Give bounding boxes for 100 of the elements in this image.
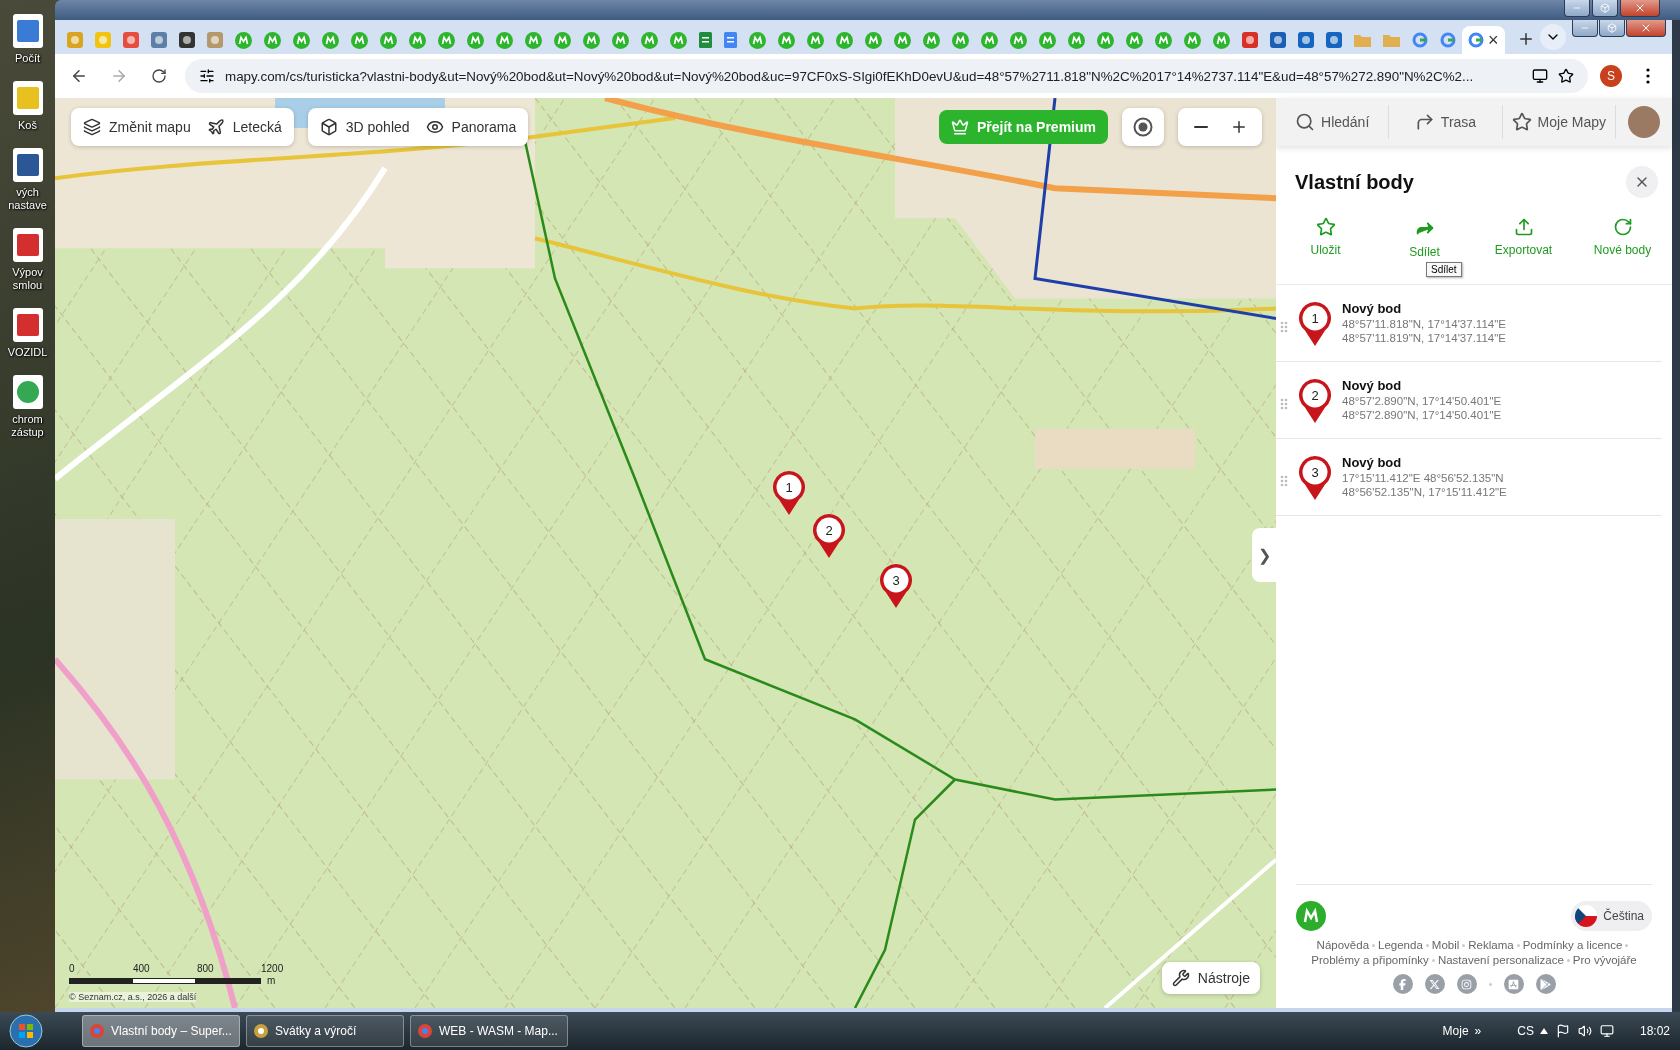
mapy-favicon-icon bbox=[438, 31, 455, 49]
footer-link[interactable]: Nastavení personalizace bbox=[1437, 954, 1573, 966]
footer-link[interactable]: Legenda bbox=[1378, 939, 1432, 951]
map-layer-button[interactable]: Letecká bbox=[198, 108, 290, 146]
show-hidden-icon[interactable] bbox=[1539, 1028, 1548, 1034]
browser-tab[interactable]: × bbox=[1462, 26, 1505, 54]
map-pin[interactable]: 2 bbox=[812, 513, 846, 559]
app-store-icon bbox=[1508, 978, 1519, 990]
profile-avatar[interactable]: S bbox=[1600, 65, 1622, 87]
point-marker: 3 bbox=[1298, 455, 1332, 501]
mapy-favicon-icon bbox=[807, 31, 824, 49]
restore-button[interactable] bbox=[1599, 20, 1625, 37]
toolbar-expand[interactable]: » bbox=[1474, 1024, 1482, 1038]
app-icon bbox=[253, 1023, 269, 1039]
minimize-button[interactable] bbox=[1572, 20, 1598, 37]
site-settings-icon[interactable] bbox=[199, 68, 215, 84]
panel-nav-button[interactable]: Moje Mapy bbox=[1502, 105, 1616, 139]
separator-dot bbox=[1488, 982, 1492, 986]
site-favicon-icon bbox=[1242, 32, 1258, 48]
install-app-icon[interactable] bbox=[1532, 68, 1548, 84]
expand-panel-button[interactable]: ❯ bbox=[1252, 528, 1276, 582]
app-icon bbox=[417, 1023, 433, 1039]
x-link[interactable] bbox=[1424, 974, 1445, 994]
mapy-favicon-icon bbox=[496, 31, 513, 49]
app-icon bbox=[89, 1023, 105, 1039]
user-avatar[interactable] bbox=[1628, 106, 1660, 138]
taskbar-button[interactable]: WEB - WASM - Map... bbox=[410, 1015, 568, 1047]
taskbar-button[interactable]: Svátky a výročí bbox=[246, 1015, 404, 1047]
app-store-link[interactable] bbox=[1503, 974, 1524, 994]
panel-nav-button[interactable]: Hledání bbox=[1276, 105, 1390, 139]
reload-icon bbox=[151, 68, 167, 84]
g-favicon-icon bbox=[1412, 32, 1428, 48]
taskbar-button[interactable]: Vlastní body – Super... bbox=[82, 1015, 240, 1047]
site-favicon-icon bbox=[1326, 32, 1342, 48]
action-button[interactable]: Exportovat bbox=[1474, 216, 1573, 260]
mapy-favicon-icon bbox=[749, 31, 766, 49]
network-icon[interactable] bbox=[1599, 1024, 1614, 1038]
start-button[interactable] bbox=[6, 1013, 46, 1049]
mapy-favicon-icon bbox=[1155, 31, 1172, 49]
mapy-favicon-icon bbox=[264, 31, 281, 49]
maximize-button[interactable] bbox=[1592, 0, 1618, 17]
bookmark-star-icon[interactable] bbox=[1558, 68, 1574, 84]
action-button[interactable]: Sdílet bbox=[1375, 216, 1474, 260]
mapy-favicon-icon bbox=[1097, 31, 1114, 49]
drag-handle-icon[interactable] bbox=[1280, 321, 1288, 333]
panel-nav-button[interactable]: Trasa bbox=[1389, 105, 1503, 139]
action-button[interactable]: Uložit bbox=[1276, 216, 1375, 260]
action-button[interactable]: Nové body bbox=[1573, 216, 1672, 260]
facebook-link[interactable] bbox=[1392, 974, 1413, 994]
x-icon bbox=[1429, 978, 1440, 990]
mapy-favicon-icon bbox=[293, 31, 310, 49]
close-button[interactable] bbox=[1620, 0, 1660, 17]
scale-label: 400 bbox=[133, 963, 151, 974]
flag-icon[interactable] bbox=[1555, 1024, 1570, 1038]
close-tab-icon[interactable]: × bbox=[1488, 31, 1499, 49]
mapy-favicon-icon bbox=[778, 31, 795, 49]
mapy-favicon-icon bbox=[981, 31, 998, 49]
input-language[interactable]: CS bbox=[1517, 1024, 1534, 1038]
drag-handle-icon[interactable] bbox=[1280, 475, 1288, 487]
instagram-link[interactable] bbox=[1456, 974, 1477, 994]
close-button[interactable] bbox=[1626, 20, 1666, 37]
point-coordinates: 48°57'2.890"N, 17°14'50.401"E bbox=[1342, 409, 1502, 421]
mapy-favicon-icon bbox=[409, 31, 426, 49]
footer-link[interactable]: Nápověda bbox=[1316, 939, 1379, 951]
locate-button[interactable] bbox=[1122, 108, 1164, 146]
point-name: Nový bod bbox=[1342, 301, 1403, 316]
tab-search-button[interactable] bbox=[1540, 24, 1566, 50]
minimize-button[interactable] bbox=[1564, 0, 1590, 17]
footer-link[interactable]: Podmínky a licence bbox=[1522, 939, 1632, 951]
site-favicon-icon bbox=[1270, 32, 1286, 48]
plus-icon bbox=[1230, 118, 1248, 136]
view-button[interactable]: 3D pohled bbox=[311, 108, 418, 146]
view-button[interactable]: Panorama bbox=[417, 108, 525, 146]
address-bar[interactable]: mapy.com/cs/turisticka?vlastni-body&ut=Nový%20bod&ut=Nový%20bod&ut=Nový%20bod&uc=97CF0xS-SIgi0fEKhD0evU&ud=48°57%2711.818"N%2C%2017°14%2737.114"E&ud=48°57%272.890"N%2C%2... bbox=[185, 59, 1588, 93]
language-button[interactable]: Čeština bbox=[1571, 901, 1652, 931]
mapy-favicon-icon bbox=[322, 31, 339, 49]
crown-icon bbox=[950, 118, 969, 136]
speaker-icon[interactable] bbox=[1577, 1024, 1592, 1038]
point-marker: 2 bbox=[1298, 378, 1332, 424]
site-favicon-icon bbox=[67, 32, 83, 48]
mapy-favicon-icon bbox=[1213, 31, 1230, 49]
desktop-icon-label: Výpov smlou bbox=[11, 266, 44, 292]
point-name: Nový bod bbox=[1342, 378, 1403, 393]
scale-unit: m bbox=[267, 975, 276, 986]
footer-link[interactable]: Problémy a připomínky bbox=[1311, 954, 1438, 966]
desktop-icon-label: Koš bbox=[17, 119, 38, 132]
tools-button[interactable]: Nástroje bbox=[1161, 962, 1260, 994]
point-coordinates: 48°56'52.135"N, 17°15'11.412"E bbox=[1342, 486, 1507, 498]
footer-link[interactable]: Mobil bbox=[1431, 939, 1469, 951]
site-favicon-icon bbox=[207, 32, 223, 48]
mapy-favicon-icon bbox=[952, 31, 969, 49]
map-pin[interactable]: 3 bbox=[879, 563, 913, 609]
footer-link[interactable]: Pro vývojáře bbox=[1572, 954, 1637, 966]
map-pin[interactable]: 1 bbox=[772, 470, 806, 516]
footer-link[interactable]: Reklama bbox=[1468, 939, 1523, 951]
mapy-favicon-icon bbox=[1039, 31, 1056, 49]
star-icon bbox=[1511, 112, 1532, 132]
google-play-link[interactable] bbox=[1535, 974, 1556, 994]
map-layer-button[interactable]: Změnit mapu bbox=[75, 108, 199, 146]
drag-handle-icon[interactable] bbox=[1280, 398, 1288, 410]
